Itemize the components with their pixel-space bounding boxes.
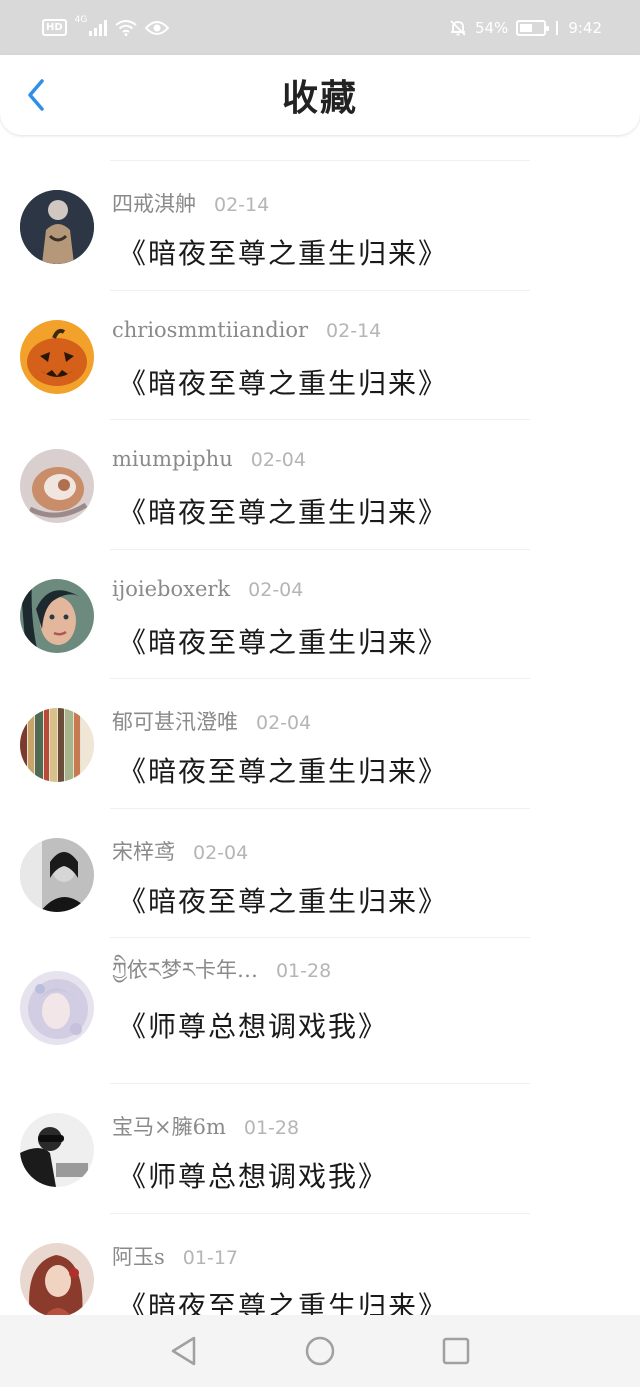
username: 宝马×臃6m	[112, 1115, 226, 1139]
item-meta: 阿玉s 01-17	[112, 1241, 238, 1271]
divider	[110, 678, 530, 679]
avatar[interactable]	[20, 1242, 94, 1317]
date: 02-04	[193, 841, 249, 864]
status-separator	[556, 20, 559, 35]
favorite-item[interactable]: chriosmmtiiandior 02-14 《暗夜至尊之重生归来》	[0, 289, 640, 420]
battery-percent: 54%	[474, 18, 509, 37]
book-title[interactable]: 《师尊总想调戏我》	[118, 1005, 388, 1045]
mute-bell-icon	[450, 19, 466, 36]
favorite-item[interactable]: 四戒淇舯 02-14 《暗夜至尊之重生归来》	[0, 160, 640, 290]
username: 宋梓鸢	[112, 839, 175, 864]
page-title: 收藏	[281, 77, 358, 119]
date: 02-14	[214, 194, 270, 216]
item-meta: 四戒淇舯 02-14	[112, 188, 269, 218]
system-nav-bar	[0, 1315, 640, 1387]
date: 02-04	[256, 712, 312, 734]
date: 01-28	[243, 1117, 300, 1139]
avatar[interactable]	[20, 319, 94, 394]
battery-level-fill	[520, 23, 533, 32]
avatar[interactable]	[20, 190, 94, 264]
username: 郁可甚汛澄唯	[112, 710, 238, 734]
favorite-item[interactable]: 郁可甚汛澄唯 02-04 《暗夜至尊之重生归来》	[0, 678, 640, 808]
divider	[110, 289, 530, 291]
book-title[interactable]: 《暗夜至尊之重生归来》	[118, 491, 448, 531]
app-header: 收藏	[0, 55, 640, 135]
eye-icon	[145, 20, 170, 35]
item-meta: ཀྱི依ར梦ར卡年… 01-28	[112, 947, 331, 1006]
avatar[interactable]	[20, 708, 94, 782]
avatar[interactable]	[20, 578, 94, 653]
favorites-list: 四戒淇舯 02-14 《暗夜至尊之重生归来》 chriosmmtiiandior…	[0, 160, 640, 1342]
item-meta: chriosmmtiiandior 02-14	[112, 318, 381, 342]
date: 01-17	[182, 1246, 238, 1269]
username: 阿玉s	[112, 1244, 165, 1269]
divider	[110, 1212, 530, 1214]
favorite-item[interactable]: ཀྱི依ར梦ར卡年… 01-28 《师尊总想调戏我》	[0, 937, 640, 1083]
book-title[interactable]: 《暗夜至尊之重生归来》	[118, 880, 448, 920]
chevron-left-icon	[28, 79, 44, 111]
username: 四戒淇舯	[112, 192, 196, 216]
date: 02-04	[248, 578, 304, 601]
item-meta: 宋梓鸢 02-04	[112, 836, 248, 866]
nav-back-button[interactable]	[164, 1331, 204, 1371]
item-meta: 宝马×臃6m 01-28	[112, 1111, 299, 1141]
network-type: 4G	[74, 15, 88, 25]
clock: 9:42	[568, 18, 602, 37]
book-title[interactable]: 《暗夜至尊之重生归来》	[118, 232, 448, 272]
back-button[interactable]	[16, 73, 56, 117]
favorite-item[interactable]: 宝马×臃6m 01-28 《师尊总想调戏我》	[0, 1083, 640, 1213]
avatar[interactable]	[20, 449, 94, 523]
divider	[110, 548, 530, 550]
divider	[110, 1083, 530, 1084]
date: 02-04	[250, 449, 306, 471]
battery-icon	[516, 19, 550, 36]
hd-icon: HD	[42, 19, 67, 36]
divider	[110, 419, 530, 420]
divider	[110, 160, 530, 161]
book-title[interactable]: 《暗夜至尊之重生归来》	[118, 750, 448, 790]
date: 01-28	[275, 960, 332, 982]
divider	[110, 937, 530, 938]
status-bar: HD 4G 54% 9:42	[0, 0, 640, 55]
status-left-group: HD 4G	[42, 15, 170, 36]
username: ཀྱི依ར梦ར卡年…	[112, 958, 258, 982]
favorite-item[interactable]: ijoieboxerk 02-04 《暗夜至尊之重生归来》	[0, 548, 640, 679]
back-triangle-icon	[171, 1336, 196, 1366]
avatar[interactable]	[20, 971, 94, 1045]
book-title[interactable]: 《师尊总想调戏我》	[118, 1155, 388, 1195]
signal-icon	[89, 19, 108, 36]
recents-square-icon	[442, 1337, 470, 1365]
divider	[110, 807, 530, 809]
item-meta: 郁可甚汛澄唯 02-04	[112, 706, 311, 736]
wifi-icon	[115, 19, 137, 36]
item-meta: ijoieboxerk 02-04	[112, 577, 303, 601]
favorite-item[interactable]: miumpiphu 02-04 《暗夜至尊之重生归来》	[0, 419, 640, 549]
date: 02-14	[326, 319, 382, 342]
nav-home-button[interactable]	[300, 1331, 340, 1371]
nav-recents-button[interactable]	[436, 1331, 476, 1371]
username: miumpiphu	[112, 447, 233, 471]
username: ijoieboxerk	[112, 576, 231, 601]
avatar[interactable]	[20, 837, 94, 912]
avatar[interactable]	[20, 1113, 94, 1187]
favorite-item[interactable]: 宋梓鸢 02-04 《暗夜至尊之重生归来》	[0, 807, 640, 938]
home-circle-icon	[305, 1336, 335, 1366]
username: chriosmmtiiandior	[112, 317, 309, 342]
book-title[interactable]: 《暗夜至尊之重生归来》	[118, 621, 448, 661]
item-meta: miumpiphu 02-04	[112, 447, 306, 471]
status-right-group: 54% 9:42	[449, 19, 602, 37]
book-title[interactable]: 《暗夜至尊之重生归来》	[118, 362, 448, 402]
